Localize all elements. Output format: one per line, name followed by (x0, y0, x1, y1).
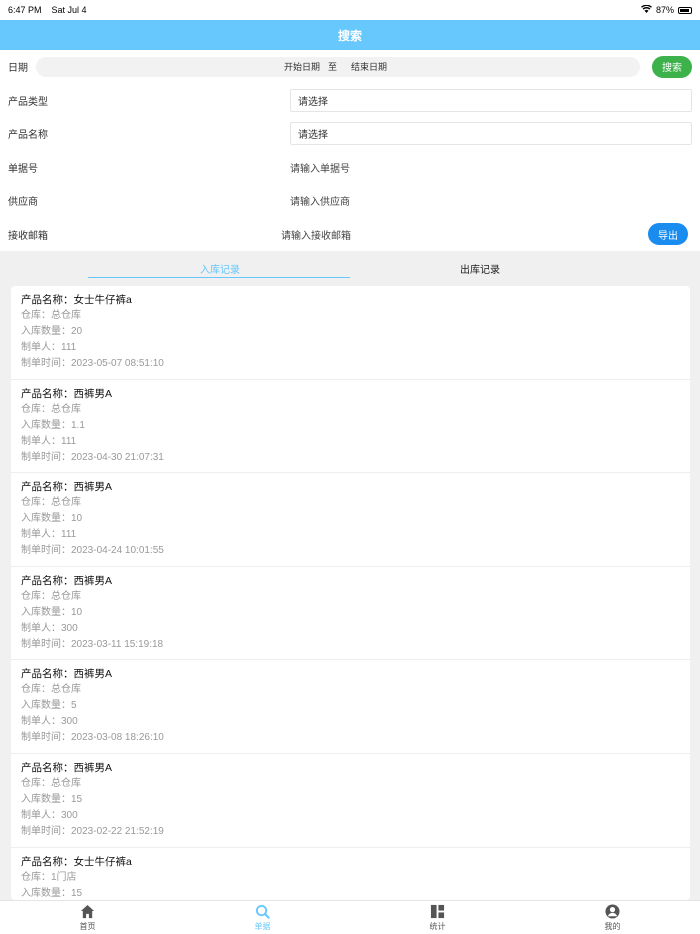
search-button[interactable]: 搜索 (652, 55, 692, 78)
record-time: 制单时间：2023-02-22 21:52:19 (21, 825, 164, 837)
home-icon (80, 904, 95, 918)
record-quantity: 入库数量：15 (21, 887, 83, 899)
product-type-label: 产品类型 (8, 96, 48, 108)
record-card[interactable]: 产品名称：西裤男A 仓库：总仓库 入库数量：15 制单人：300 制单时间：2023-0… (11, 754, 690, 848)
supplier-label: 供应商 (8, 197, 38, 209)
export-button[interactable]: 导出 (648, 223, 688, 246)
record-title: 产品名称：西裤男A (21, 761, 113, 774)
tabbar-docs[interactable]: 单据 (175, 901, 350, 934)
record-quantity: 入库数量：1.1 (21, 419, 85, 431)
record-warehouse: 仓库：总仓库 (21, 403, 81, 415)
supplier-input[interactable]: 请输入供应商 (290, 193, 692, 208)
record-title: 产品名称：女士牛仔裤a (21, 294, 132, 306)
date-label: 日期 (8, 63, 28, 75)
record-maker: 制单人：111 (21, 529, 77, 541)
status-time: 6:47 PM (8, 5, 42, 15)
end-date-field[interactable]: 结束日期 (351, 60, 387, 73)
supplier-row: 供应商 请输入供应商 (0, 184, 700, 218)
dashboard-icon (430, 904, 445, 918)
bottom-tabbar: 首页 单据 统计 我的 (0, 900, 700, 934)
tab-out-records[interactable]: 出库记录 (350, 251, 690, 285)
record-warehouse: 仓库：总仓库 (21, 684, 81, 696)
record-warehouse: 仓库：总仓库 (21, 590, 81, 602)
email-row: 接收邮箱 请输入接收邮箱 导出 (0, 218, 700, 252)
product-type-select[interactable]: 请选择 (290, 88, 692, 112)
tabbar-home[interactable]: 首页 (0, 901, 175, 934)
product-name-label: 产品名称 (8, 130, 48, 142)
record-time: 制单时间：2023-05-07 08:51:10 (21, 358, 164, 369)
doc-no-input[interactable]: 请输入单据号 (290, 160, 692, 175)
search-icon (255, 904, 270, 919)
tab-out-label: 出库记录 (460, 264, 500, 276)
record-maker: 制单人：300 (21, 809, 78, 821)
tabbar-mine[interactable]: 我的 (525, 901, 700, 934)
tabbar-mine-label: 我的 (604, 921, 621, 931)
record-time: 制单时间：2023-04-30 21:07:31 (21, 451, 164, 463)
product-name-row: 产品名称 请选择 (0, 117, 700, 151)
record-card[interactable]: 产品名称：女士牛仔裤a 仓库：总仓库 入库数量：20 制单人：111 制单时间：2023… (11, 286, 690, 380)
status-date: Sat Jul 4 (51, 5, 87, 15)
record-list[interactable]: 产品名称：女士牛仔裤a 仓库：总仓库 入库数量：20 制单人：111 制单时间：2023… (11, 286, 690, 900)
record-title: 产品名称：西裤男A (21, 387, 113, 400)
tabbar-stats-label: 统计 (429, 921, 446, 931)
record-maker: 制单人：300 (21, 716, 78, 728)
tabbar-home-label: 首页 (79, 921, 96, 931)
search-form: 日期 开始日期 至 结束日期 搜索 产品类型 请选择 产品名称 请选择 单据号 … (0, 50, 700, 251)
tabbar-docs-label: 单据 (254, 921, 271, 931)
product-type-row: 产品类型 请选择 (0, 84, 700, 118)
record-time: 制单时间：2023-04-24 10:01:55 (21, 545, 164, 557)
tabbar-stats[interactable]: 统计 (350, 901, 525, 934)
status-bar: 6:47 PM Sat Jul 4 87% (0, 0, 700, 20)
record-time: 制单时间：2023-03-08 18:26:10 (21, 732, 164, 744)
record-title: 产品名称：西裤男A (21, 668, 113, 681)
record-warehouse: 仓库：总仓库 (21, 310, 81, 321)
record-maker: 制单人：111 (21, 342, 77, 353)
record-maker: 制单人：300 (21, 622, 78, 634)
email-label: 接收邮箱 (8, 230, 48, 242)
record-maker: 制单人：111 (21, 435, 77, 447)
record-card[interactable]: 产品名称：西裤男A 仓库：总仓库 入库数量：10 制单人：111 制单时间：2023-0… (11, 473, 690, 567)
start-date-field[interactable]: 开始日期 (284, 60, 320, 73)
date-range-picker[interactable]: 开始日期 至 结束日期 (36, 56, 640, 77)
tab-in-label: 入库记录 (200, 264, 240, 276)
record-quantity: 入库数量：10 (21, 606, 83, 618)
date-row: 日期 开始日期 至 结束日期 搜索 (0, 50, 700, 84)
wifi-icon (640, 4, 652, 16)
record-time: 制单时间：2023-03-11 15:19:18 (21, 638, 164, 650)
record-card[interactable]: 产品名称：女士牛仔裤a 仓库：1门店 入库数量：15 (11, 848, 690, 900)
page-header: 搜索 (0, 20, 700, 50)
record-title: 产品名称：西裤男A (21, 481, 113, 494)
record-quantity: 入库数量：10 (21, 513, 83, 525)
tab-in-records[interactable]: 入库记录 (10, 251, 350, 285)
record-title: 产品名称：女士牛仔裤a (21, 855, 132, 868)
page-title: 搜索 (337, 28, 362, 43)
record-title: 产品名称：西裤男A (21, 574, 113, 587)
record-card[interactable]: 产品名称：西裤男A 仓库：总仓库 入库数量：10 制单人：300 制单时间：2023-0… (11, 567, 690, 661)
record-warehouse: 仓库：1门店 (21, 871, 77, 883)
date-separator: 至 (328, 62, 338, 73)
user-icon (605, 903, 620, 919)
record-quantity: 入库数量：20 (21, 326, 83, 337)
record-card[interactable]: 产品名称：西裤男A 仓库：总仓库 入库数量：1.1 制单人：111 制单时间：2023-… (11, 380, 690, 474)
record-card[interactable]: 产品名称：西裤男A 仓库：总仓库 入库数量：5 制单人：300 制单时间：2023-03… (11, 660, 690, 754)
record-warehouse: 仓库：总仓库 (21, 777, 81, 789)
email-input[interactable]: 请输入接收邮箱 (281, 227, 648, 242)
record-quantity: 入库数量：15 (21, 793, 83, 805)
product-name-select[interactable]: 请选择 (290, 122, 692, 146)
doc-no-label: 单据号 (8, 163, 38, 175)
doc-no-row: 单据号 请输入单据号 (0, 151, 700, 185)
record-quantity: 入库数量：5 (21, 700, 77, 712)
record-warehouse: 仓库：总仓库 (21, 497, 81, 509)
record-tabs: 入库记录 出库记录 (0, 251, 700, 285)
battery-icon (678, 6, 692, 14)
battery-percent: 87% (655, 5, 674, 15)
